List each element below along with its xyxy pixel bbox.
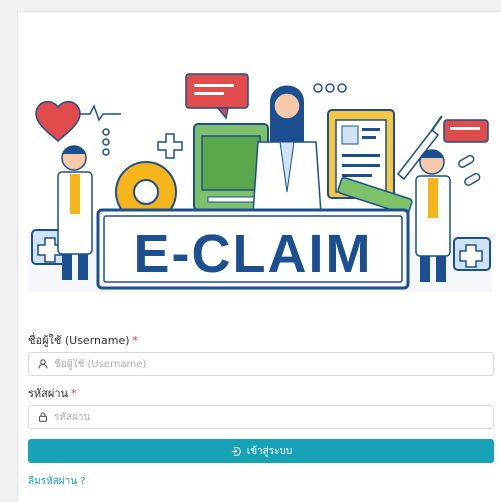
username-required-mark: * bbox=[132, 334, 139, 347]
forgot-password-link[interactable]: ลืมรหัสผ่าน ? bbox=[28, 474, 86, 489]
password-field[interactable] bbox=[28, 405, 494, 429]
username-label-row: ชื่อผู้ใช้ (Username) * bbox=[28, 334, 494, 348]
login-button-label: เข้าสู่ระบบ bbox=[246, 445, 293, 457]
password-label: รหัสผ่าน bbox=[28, 387, 69, 400]
sign-in-icon bbox=[230, 446, 241, 456]
lock-icon bbox=[38, 412, 48, 422]
e-claim-banner-illustration: E-CLAIM bbox=[28, 73, 492, 292]
user-icon bbox=[38, 359, 48, 369]
password-required-mark: * bbox=[71, 387, 77, 400]
username-label: ชื่อผู้ใช้ (Username) bbox=[28, 334, 130, 347]
login-card: E-CLAIM ชื่อผู้ใช้ (Username)* รหัสผ่าน* bbox=[17, 11, 501, 502]
login-button[interactable]: เข้าสู่ระบบ bbox=[28, 439, 494, 463]
password-input[interactable] bbox=[54, 411, 454, 423]
password-label-row: รหัสผ่าน * bbox=[28, 387, 494, 401]
username-input[interactable] bbox=[54, 358, 454, 370]
username-field[interactable] bbox=[28, 352, 494, 376]
login-form: ชื่อผู้ใช้ (Username)* รหัสผ่าน* bbox=[28, 334, 494, 489]
banner-title: E-CLAIM bbox=[134, 224, 373, 284]
